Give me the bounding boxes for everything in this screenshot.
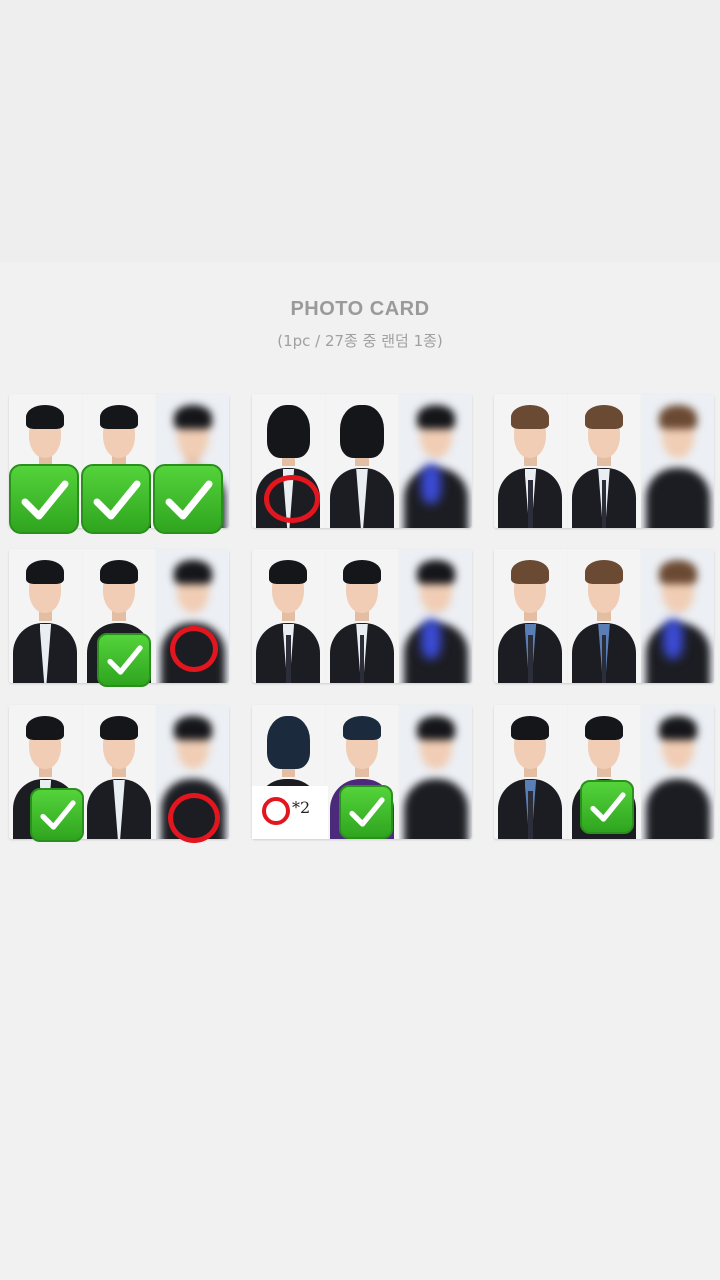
photocard (82, 705, 156, 839)
times-two-label: *2 (292, 798, 311, 817)
check-icon (339, 785, 393, 839)
circle-mark-icon (168, 793, 220, 843)
photocard-blurred (641, 394, 714, 528)
photocard (494, 705, 567, 839)
circle-mark-icon (264, 475, 320, 523)
photocard-set-5[interactable] (252, 549, 472, 683)
photocard (9, 549, 82, 683)
photocard-blurred (641, 705, 714, 839)
photocard (325, 549, 399, 683)
photocard-blurred (641, 549, 714, 683)
photocard-set-6[interactable] (494, 549, 714, 683)
page-title: PHOTO CARD (290, 298, 430, 320)
photocard (494, 549, 567, 683)
photocard (252, 549, 325, 683)
circle-mark-icon (262, 797, 290, 825)
photocard (567, 549, 641, 683)
check-icon (580, 780, 634, 834)
photocard (325, 394, 399, 528)
check-icon (81, 464, 151, 534)
top-background (0, 0, 720, 262)
check-icon (9, 464, 79, 534)
circle-mark-icon (170, 626, 218, 672)
photocard (494, 394, 567, 528)
photocard-blurred (399, 549, 472, 683)
check-icon (97, 633, 151, 687)
page-subtitle: (1pc / 27종 중 랜덤 1종) (277, 332, 443, 350)
photocard-blurred (399, 394, 472, 528)
photocard (567, 394, 641, 528)
check-icon (30, 788, 84, 842)
photocard-blurred (399, 705, 472, 839)
photocard-set-3[interactable] (494, 394, 714, 528)
check-icon (153, 464, 223, 534)
